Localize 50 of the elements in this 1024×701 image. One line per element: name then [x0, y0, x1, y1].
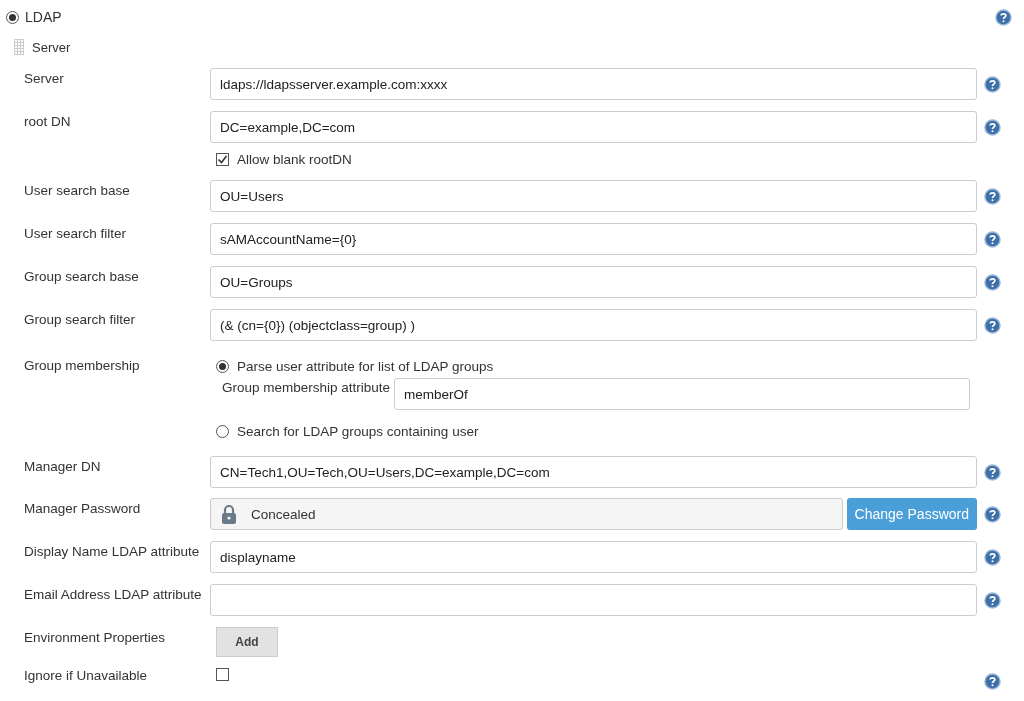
lock-icon: [221, 504, 237, 524]
field-label: Group membership attribute: [222, 379, 391, 395]
checkbox-label: Allow blank rootDN: [237, 151, 352, 167]
text-field[interactable]: CN=Tech1,OU=Tech,OU=Users,DC=example,DC=com: [210, 456, 977, 488]
radio-label: Search for LDAP groups containing user: [237, 424, 479, 439]
text-field[interactable]: (& (cn={0}) (objectclass=group) ): [210, 309, 977, 341]
section-title: Server: [32, 39, 71, 55]
help-icon[interactable]: [983, 592, 1001, 609]
help-icon[interactable]: [983, 274, 1001, 291]
field-label: Server: [24, 71, 64, 86]
help-icon[interactable]: [983, 76, 1001, 93]
add-button[interactable]: Add: [216, 627, 278, 657]
text-field[interactable]: OU=Users: [210, 180, 977, 212]
help-icon[interactable]: [983, 231, 1001, 248]
drag-handle-icon[interactable]: [14, 39, 24, 55]
help-icon[interactable]: [983, 188, 1001, 205]
text-field[interactable]: DC=example,DC=com: [210, 111, 977, 143]
help-icon[interactable]: [983, 673, 1001, 690]
help-icon[interactable]: [983, 119, 1001, 136]
field-label: Manager DN: [24, 459, 101, 474]
text-field[interactable]: memberOf: [394, 378, 971, 410]
text-field[interactable]: ldaps://ldapsserver.example.com:xxxx: [210, 68, 977, 100]
field-label: Display Name LDAP attribute: [24, 544, 200, 559]
field-label: Group membership: [24, 358, 140, 373]
help-icon[interactable]: [983, 464, 1001, 481]
help-icon[interactable]: [983, 506, 1001, 523]
checkbox[interactable]: [216, 152, 229, 166]
password-field: Concealed: [210, 498, 843, 530]
text-field[interactable]: [210, 584, 977, 616]
radio-label: Parse user attribute for list of LDAP groups: [237, 359, 494, 374]
field-label: User search filter: [24, 226, 127, 241]
field-label: root DN: [24, 114, 71, 129]
help-icon[interactable]: [995, 8, 1012, 26]
text-field[interactable]: sAMAccountName={0}: [210, 223, 977, 255]
ldap-option-label: LDAP: [25, 9, 62, 25]
field-label: Group search filter: [24, 312, 136, 327]
field-label: Ignore if Unavailable: [24, 668, 148, 683]
field-label: Group search base: [24, 269, 139, 284]
field-label: Environment Properties: [24, 630, 166, 645]
field-label: Email Address LDAP attribute: [24, 587, 202, 602]
field-label: Manager Password: [24, 501, 141, 516]
radio-button[interactable]: [216, 360, 229, 373]
field-label: User search base: [24, 183, 130, 198]
help-icon[interactable]: [983, 317, 1001, 334]
help-icon[interactable]: [983, 549, 1001, 566]
radio-button[interactable]: [216, 425, 229, 438]
radio-button[interactable]: [6, 10, 19, 24]
checkbox[interactable]: [216, 668, 229, 681]
text-field[interactable]: OU=Groups: [210, 266, 977, 298]
text-field[interactable]: displayname: [210, 541, 977, 573]
